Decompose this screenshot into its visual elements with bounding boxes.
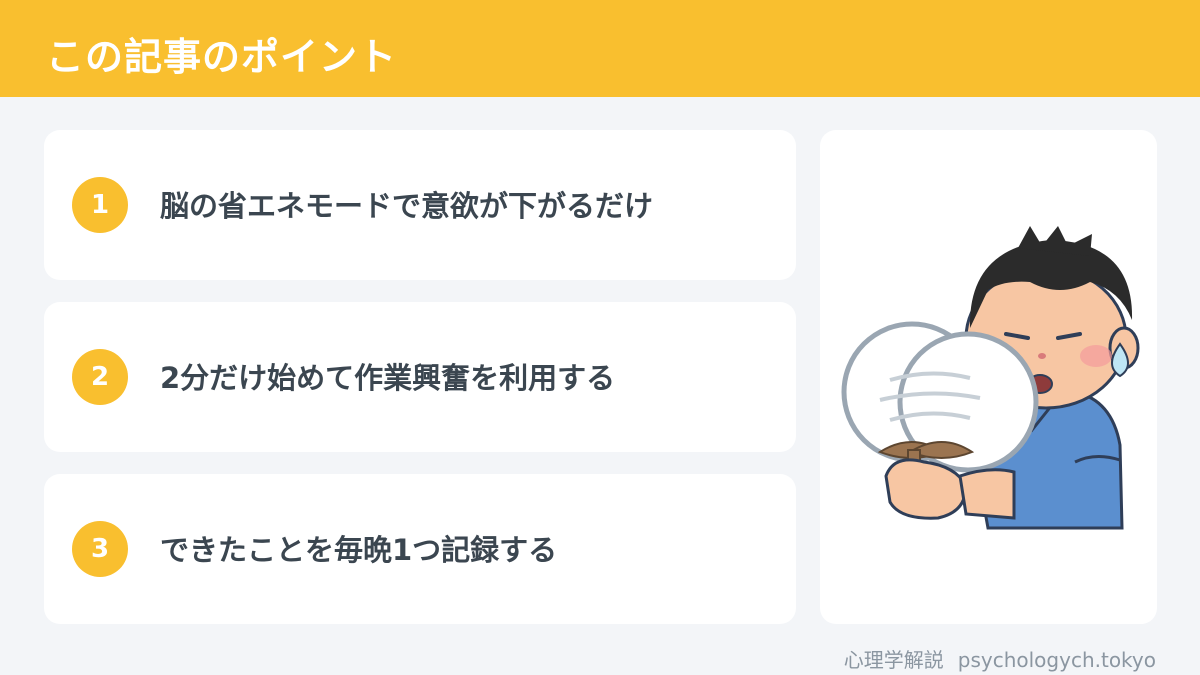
point-text: 脳の省エネモードで意欲が下がるだけ [160,189,654,223]
point-card-3: 3 できたことを毎晩1つ記録する [44,474,796,624]
point-number-badge: 1 [72,177,128,233]
point-card-1: 1 脳の省エネモードで意欲が下がるだけ [44,130,796,280]
header-bar: この記事のポイント [0,0,1200,97]
point-number-badge: 3 [72,521,128,577]
page-title: この記事のポイント [46,35,398,79]
tired-man-fanning-icon [841,226,1140,530]
point-text: 2分だけ始めて作業興奮を利用する [160,361,616,395]
point-text: できたことを毎晩1つ記録する [160,533,558,567]
site-domain: psychologych.tokyo [957,648,1156,672]
site-name: 心理学解説 [843,648,944,672]
illustration-card [820,130,1157,624]
footer-credit: 心理学解説 psychologych.tokyo [844,644,1156,673]
point-card-2: 2 2分だけ始めて作業興奮を利用する [44,302,796,452]
point-number-badge: 2 [72,349,128,405]
